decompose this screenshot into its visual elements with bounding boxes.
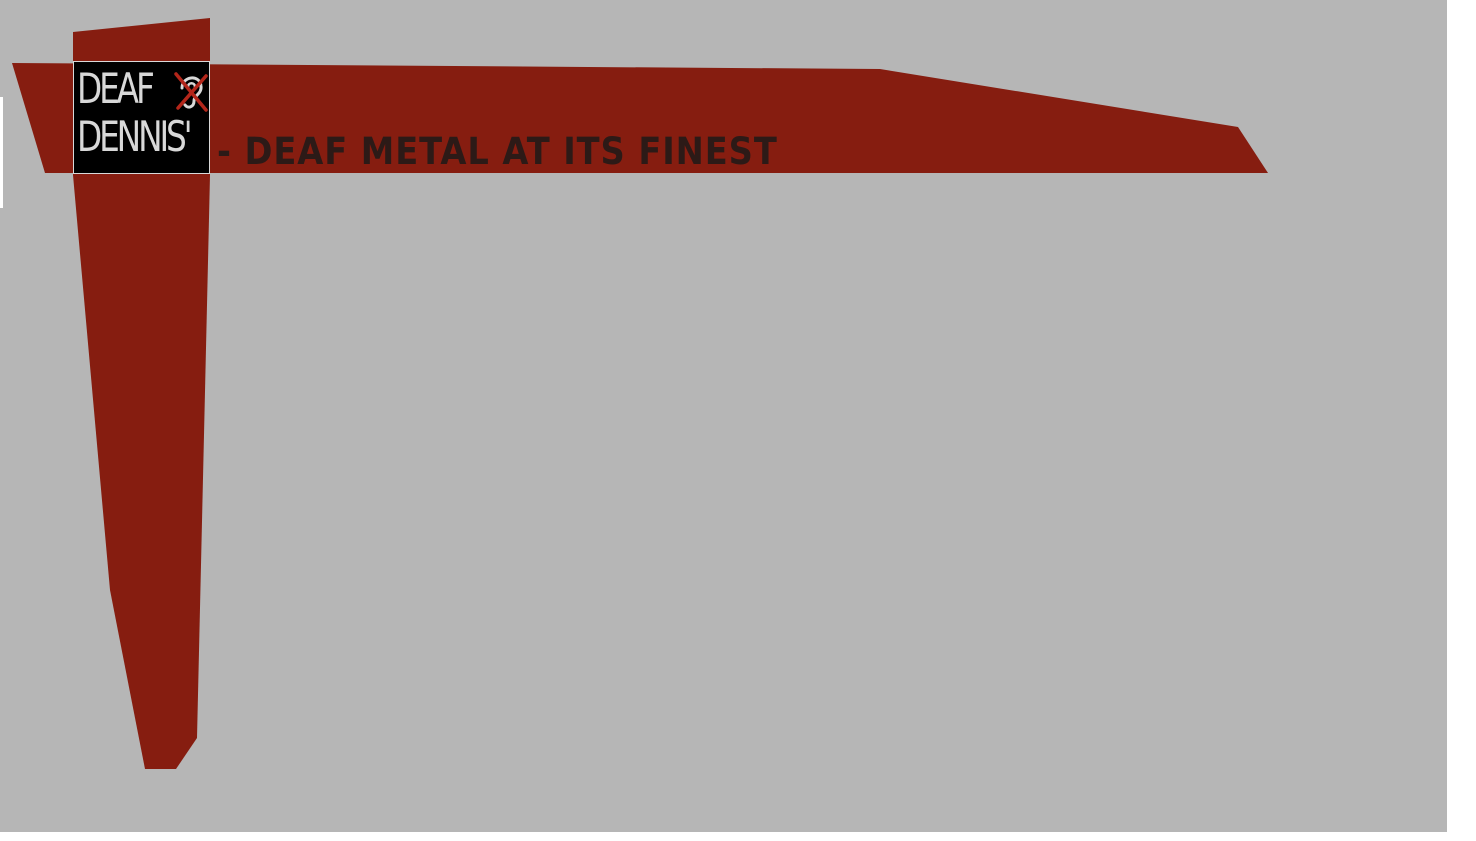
decorative-shapes <box>12 18 1268 769</box>
crossed-ear-icon <box>174 72 208 112</box>
site-logo[interactable]: DEAF DENNIS' <box>73 61 210 174</box>
logo-text-line-1: DEAF <box>77 64 155 113</box>
page: DEAF DENNIS' - DEAF METAL AT ITS FINEST <box>0 0 1476 841</box>
site-tagline: - DEAF METAL AT ITS FINEST <box>217 130 778 173</box>
logo-text-line-2: DENNIS' <box>77 112 193 161</box>
